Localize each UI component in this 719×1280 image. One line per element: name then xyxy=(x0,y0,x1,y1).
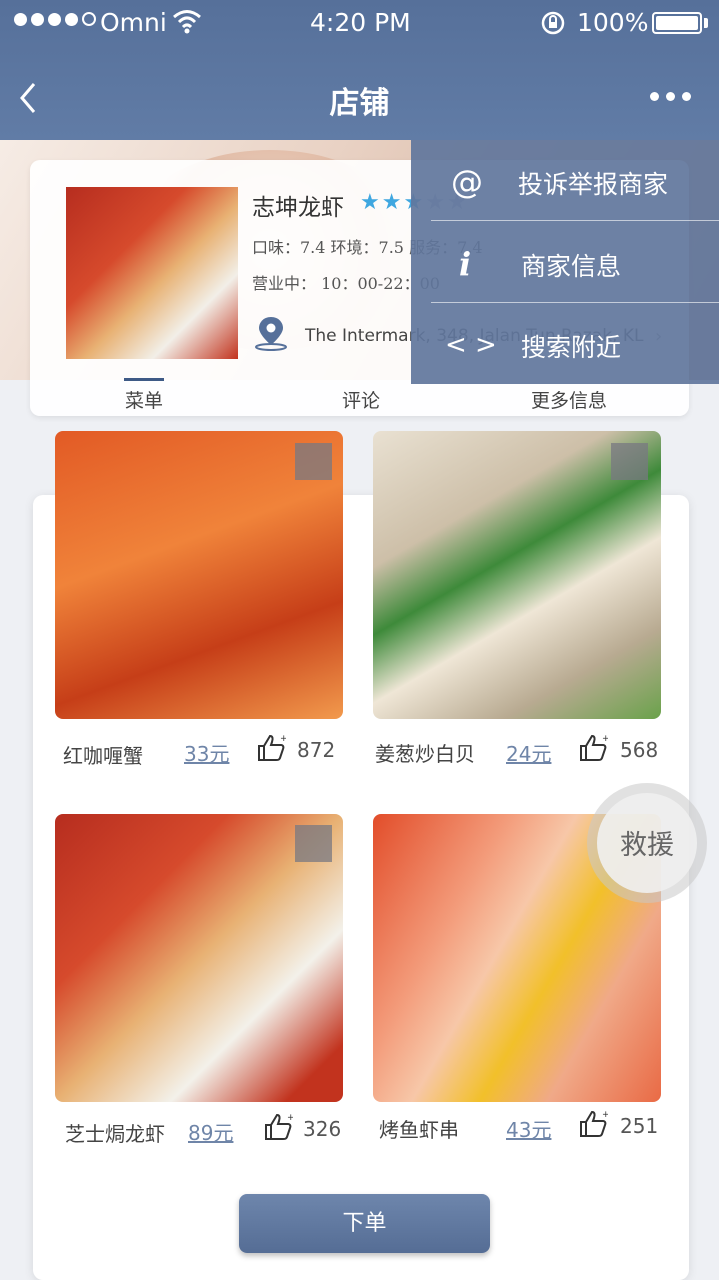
dish-checkbox[interactable] xyxy=(295,443,332,480)
clock: 4:20 PM xyxy=(310,8,411,37)
battery-icon xyxy=(652,12,702,34)
svg-text:+: + xyxy=(602,1110,608,1120)
dish-price: 24元 xyxy=(506,742,552,766)
dish-price: 89元 xyxy=(188,1121,234,1145)
thumbs-up-icon[interactable]: + xyxy=(578,733,608,763)
at-icon: @ xyxy=(451,163,483,201)
tab-more-info[interactable]: 更多信息 xyxy=(531,386,607,413)
menu-item-label: 搜索附近 xyxy=(521,333,622,362)
like-count: 568 xyxy=(620,738,659,762)
rating-star-icon: ★ xyxy=(381,190,402,215)
status-bar: Omni 4:20 PM 100% xyxy=(0,0,719,48)
battery-tip xyxy=(704,18,708,28)
page-title: 店铺 xyxy=(329,86,390,121)
rescue-label[interactable]: 救援 xyxy=(597,823,697,862)
nav-bar: Omni 4:20 PM 100% 店铺 xyxy=(0,0,719,140)
dish-price: 33元 xyxy=(184,742,230,766)
wifi-icon xyxy=(173,10,201,34)
more-options-icon[interactable] xyxy=(650,92,691,101)
dish-price: 43元 xyxy=(506,1118,552,1142)
battery-percent: 100% xyxy=(577,8,649,37)
menu-divider xyxy=(431,302,719,303)
tab-menu[interactable]: 菜单 xyxy=(125,386,163,413)
dish-name: 芝士焗龙虾 xyxy=(65,1122,165,1146)
menu-item-search-nearby[interactable]: < > 搜索附近 xyxy=(411,308,719,388)
menu-divider xyxy=(431,220,719,221)
menu-item-report[interactable]: @ 投诉举报商家 xyxy=(411,145,719,225)
menu-item-label: 投诉举报商家 xyxy=(518,170,669,199)
svg-text:+: + xyxy=(602,734,608,744)
thumbs-up-icon[interactable]: + xyxy=(263,1112,293,1142)
dish-name: 姜葱炒白贝 xyxy=(375,742,475,766)
menu-item-shop-info[interactable]: i 商家信息 xyxy=(411,227,719,307)
order-button[interactable]: 下单 xyxy=(239,1194,490,1253)
orientation-lock-icon xyxy=(541,11,565,35)
thumbs-up-icon[interactable]: + xyxy=(256,733,286,763)
dish-checkbox[interactable] xyxy=(611,443,648,480)
like-count: 872 xyxy=(297,738,336,762)
dish-name: 红咖喱蟹 xyxy=(63,744,143,768)
dish-checkbox[interactable] xyxy=(295,825,332,862)
like-count: 251 xyxy=(620,1114,659,1138)
dish-name: 烤鱼虾串 xyxy=(379,1118,459,1142)
code-icon: < > xyxy=(445,330,497,360)
menu-item-label: 商家信息 xyxy=(521,252,622,281)
signal-icon xyxy=(14,12,96,26)
carrier-label: Omni xyxy=(100,8,167,37)
active-tab-indicator xyxy=(124,378,164,381)
like-count: 326 xyxy=(303,1117,342,1141)
options-menu: @ 投诉举报商家 i 商家信息 < > 搜索附近 xyxy=(411,140,719,384)
rating-star-icon: ★ xyxy=(360,190,380,215)
svg-text:+: + xyxy=(280,734,286,744)
shop-photo[interactable] xyxy=(66,187,238,359)
svg-text:+: + xyxy=(287,1113,293,1123)
info-icon: i xyxy=(459,245,472,283)
thumbs-up-icon[interactable]: + xyxy=(578,1109,608,1139)
shop-name: 志坤龙虾 xyxy=(252,195,344,221)
tab-reviews[interactable]: 评论 xyxy=(342,386,380,413)
location-pin-icon xyxy=(255,317,287,351)
